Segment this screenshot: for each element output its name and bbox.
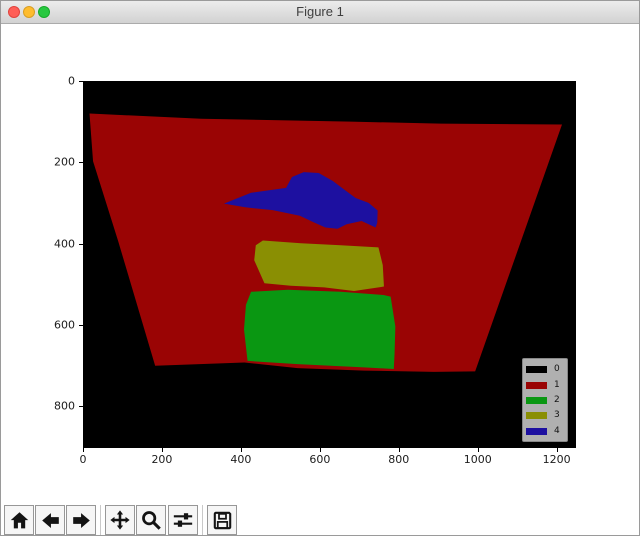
y-tick-label: 600	[54, 318, 75, 331]
x-tick-mark	[241, 448, 242, 452]
region-green-box	[244, 290, 395, 369]
legend-entry: 0	[523, 362, 567, 377]
x-tick-label: 1200	[543, 453, 571, 466]
legend-entry: 3	[523, 408, 567, 423]
legend-swatch	[526, 382, 547, 389]
x-tick-label: 200	[151, 453, 172, 466]
x-tick-mark	[83, 448, 84, 452]
y-tick-label: 800	[54, 400, 75, 413]
y-tick-mark	[79, 244, 83, 245]
legend-entry: 1	[523, 377, 567, 392]
save-button[interactable]	[207, 505, 237, 535]
y-tick-mark	[79, 406, 83, 407]
configure-subplots-button[interactable]	[168, 505, 198, 535]
x-tick-mark	[478, 448, 479, 452]
zoom-rect-button[interactable]	[136, 505, 166, 535]
x-tick-mark	[320, 448, 321, 452]
back-button[interactable]	[35, 505, 65, 535]
x-tick-label: 1000	[464, 453, 492, 466]
y-tick-mark	[79, 81, 83, 82]
plot-canvas[interactable]: 0 1 2 3 4	[83, 81, 576, 448]
legend-entry: 2	[523, 393, 567, 408]
y-tick-mark	[79, 325, 83, 326]
sliders-icon	[172, 509, 194, 531]
forward-button[interactable]	[66, 505, 96, 535]
legend-label: 4	[554, 427, 560, 436]
x-tick-mark	[162, 448, 163, 452]
legend-entry: 4	[523, 424, 567, 439]
pan-button[interactable]	[105, 505, 135, 535]
legend-swatch	[526, 412, 547, 419]
toolbar-separator	[202, 505, 203, 535]
legend-label: 2	[554, 396, 560, 405]
x-tick-mark	[557, 448, 558, 452]
x-tick-label: 600	[309, 453, 330, 466]
floppy-icon	[212, 510, 233, 531]
title-bar[interactable]: Figure 1	[1, 1, 639, 24]
home-button[interactable]	[4, 505, 34, 535]
y-tick-label: 200	[54, 156, 75, 169]
legend-swatch	[526, 428, 547, 435]
y-tick-label: 0	[68, 75, 75, 88]
y-tick-mark	[79, 162, 83, 163]
segmentation-image	[84, 82, 575, 447]
move-icon	[109, 509, 131, 531]
toolbar-separator	[100, 505, 101, 535]
legend-label: 3	[554, 411, 560, 420]
arrow-right-icon	[71, 510, 92, 531]
x-tick-mark	[399, 448, 400, 452]
x-tick-label: 800	[388, 453, 409, 466]
arrow-left-icon	[40, 510, 61, 531]
legend: 0 1 2 3 4	[522, 358, 568, 442]
home-icon	[9, 510, 30, 531]
legend-label: 1	[554, 381, 560, 390]
figure-window: Figure 1 0 1 2 3 4 0 200 400 600 800 1000 1200 0 200…	[0, 0, 640, 536]
x-tick-label: 0	[80, 453, 87, 466]
window-title: Figure 1	[1, 1, 639, 23]
region-olive-box	[254, 240, 384, 291]
legend-swatch	[526, 366, 547, 373]
y-tick-label: 400	[54, 237, 75, 250]
magnifier-icon	[140, 509, 162, 531]
legend-swatch	[526, 397, 547, 404]
legend-label: 0	[554, 365, 560, 374]
x-tick-label: 400	[230, 453, 251, 466]
